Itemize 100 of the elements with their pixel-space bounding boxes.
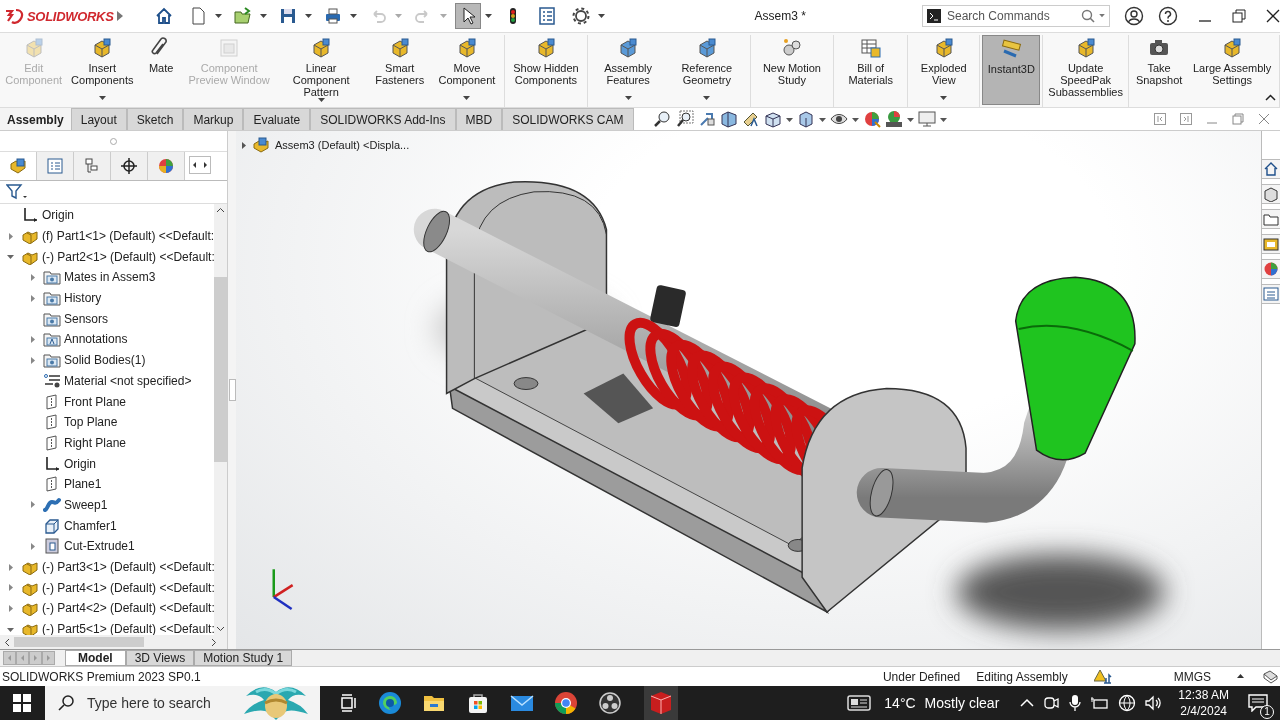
ribbon-button[interactable]: Smart Fasteners (367, 35, 433, 105)
tree-item[interactable]: (-) Part4<1> (Default) <<Default: (42, 580, 214, 595)
ribbon-button[interactable]: Insert Components (65, 35, 140, 105)
tree-item[interactable]: (-) Part3<1> (Default) <<Default: (42, 560, 214, 575)
dropdown-caret-icon[interactable] (624, 96, 632, 101)
tree-item[interactable]: History (64, 291, 102, 306)
ribbon-button[interactable]: Instant3D (982, 35, 1041, 105)
display-tab[interactable] (148, 152, 185, 180)
tree-item[interactable]: Solid Bodies(1) (64, 353, 146, 368)
command-tab[interactable]: Assembly (0, 108, 71, 130)
scroll-left-icon[interactable] (4, 637, 10, 647)
filter-icon[interactable] (6, 184, 28, 200)
expand-toggle-icon[interactable] (29, 542, 36, 550)
appearance-icon[interactable] (1261, 259, 1280, 279)
expand-toggle-icon[interactable] (29, 356, 36, 364)
command-tab[interactable]: Markup (183, 108, 244, 130)
dropdown-caret-icon[interactable] (349, 13, 357, 19)
command-tab[interactable]: Evaluate (243, 108, 311, 130)
globe-icon[interactable] (1118, 694, 1137, 712)
expand-toggle-icon[interactable] (7, 232, 14, 240)
tree-item[interactable]: Sweep1 (64, 497, 108, 512)
dropdown-caret-icon[interactable] (214, 13, 222, 19)
tree-item[interactable]: Right Plane (64, 435, 127, 450)
pane-right-icon[interactable] (1180, 113, 1192, 125)
view-tab[interactable]: Motion Study 1 (194, 650, 293, 666)
tree-item[interactable]: Annotations (64, 332, 128, 347)
chevron-up-icon[interactable] (1020, 698, 1035, 708)
store-icon[interactable] (466, 691, 490, 715)
news-icon[interactable] (847, 694, 872, 712)
dropdown-caret-icon[interactable] (259, 13, 267, 19)
command-tab[interactable]: SOLIDWORKS Add-Ins (310, 108, 456, 130)
dropdown-caret-icon[interactable] (484, 13, 492, 19)
windows-start-icon[interactable] (13, 694, 31, 712)
command-tab[interactable]: Sketch (126, 108, 184, 130)
ribbon-button[interactable]: Update SpeedPak Subassemblies (1045, 35, 1126, 105)
chrome-icon[interactable] (554, 691, 578, 715)
browser-icon[interactable] (378, 691, 402, 715)
tree-item[interactable]: Front Plane (64, 394, 127, 409)
palette-icon[interactable] (1261, 234, 1280, 254)
help-icon[interactable] (1158, 6, 1178, 26)
search-icon[interactable] (57, 694, 75, 712)
display-style-icon[interactable] (796, 110, 815, 128)
search-field[interactable]: Type here to search (85, 694, 226, 712)
tree-item[interactable]: (-) Part5<1> (Default) <<Default: (42, 622, 214, 635)
splitter-handle[interactable] (228, 379, 236, 401)
vertical-scrollbar[interactable] (214, 204, 227, 635)
dropdown-caret-icon[interactable] (1099, 14, 1105, 18)
tree-item[interactable]: Mates in Assem3 (64, 270, 156, 285)
scroll-up-icon[interactable] (216, 207, 225, 213)
dropdown-caret-icon[interactable] (463, 96, 471, 101)
weather-text[interactable]: Mostly clear (924, 695, 1000, 711)
tree-item[interactable]: Sensors (64, 311, 109, 326)
ribbon-button[interactable]: Move Component (432, 35, 502, 105)
expand-toggle-icon[interactable] (7, 604, 14, 612)
ribbon-button[interactable]: Show Hidden Components (506, 35, 586, 105)
camera-icon[interactable] (1043, 695, 1060, 711)
expand-toggle-icon[interactable] (7, 625, 14, 633)
scene-icon[interactable] (884, 110, 903, 128)
user-icon[interactable] (1124, 6, 1144, 26)
tree-item[interactable]: (-) Part2<1> (Default) <<Default: (42, 249, 214, 264)
clock-date[interactable]: 2/4/2024 (1180, 703, 1227, 719)
expand-toggle-icon[interactable] (29, 335, 36, 343)
cad-app-icon[interactable] (644, 686, 678, 720)
monitor-icon[interactable] (917, 110, 936, 128)
ribbon-button[interactable]: New Motion Study (752, 35, 832, 105)
dropdown-caret-icon[interactable] (703, 96, 711, 101)
dynamic-annotation-icon[interactable] (741, 110, 760, 128)
view-orientation-icon[interactable] (763, 110, 782, 128)
folder-icon[interactable] (1261, 209, 1280, 229)
tree-item[interactable]: Material <not specified> (64, 373, 192, 388)
ribbon-button[interactable]: Bill of Materials (836, 35, 906, 105)
rebuild-warning-icon[interactable] (1093, 668, 1112, 685)
tree-item[interactable]: (f) Part1<1> (Default) <<Default: (42, 229, 214, 244)
appearance-icon[interactable] (862, 110, 881, 128)
temperature[interactable]: 14°C (884, 695, 916, 711)
dimxpert-tab[interactable] (111, 152, 148, 180)
expand-toggle-icon[interactable] (29, 501, 36, 509)
view-tab[interactable]: 3D Views (125, 650, 195, 666)
scroll-right-icon[interactable] (211, 637, 217, 647)
ribbon-button[interactable]: Linear Component Pattern (275, 35, 368, 105)
ribbon-button[interactable]: Reference Geometry (666, 35, 748, 105)
ribbon-button[interactable]: Take Snapshot (1130, 35, 1188, 105)
tree-item[interactable]: Plane1 (64, 477, 102, 492)
dropdown-caret-icon[interactable] (940, 96, 948, 101)
microphone-icon[interactable] (1068, 694, 1083, 712)
dropdown-caret-icon[interactable] (98, 96, 106, 101)
tree-item[interactable]: Origin (42, 208, 74, 223)
ribbon-button[interactable]: Exploded View (910, 35, 978, 105)
dropdown-caret-icon[interactable] (304, 13, 312, 19)
dropdown-caret-icon[interactable] (597, 13, 605, 19)
clock-time[interactable]: 12:38 AM (1178, 687, 1229, 703)
collapse-ribbon-icon[interactable] (1265, 94, 1276, 101)
tree-item[interactable]: Top Plane (64, 415, 118, 430)
close-icon[interactable] (1266, 9, 1280, 23)
section-view-icon[interactable] (719, 110, 738, 128)
volume-icon[interactable] (1145, 695, 1164, 711)
tree-item[interactable]: Cut-Extrude1 (64, 539, 135, 554)
taskbar-search-bar[interactable]: Type here to search (45, 686, 320, 720)
ribbon-button[interactable]: Assembly Features (590, 35, 666, 105)
tree-item[interactable]: Chamfer1 (64, 518, 117, 533)
